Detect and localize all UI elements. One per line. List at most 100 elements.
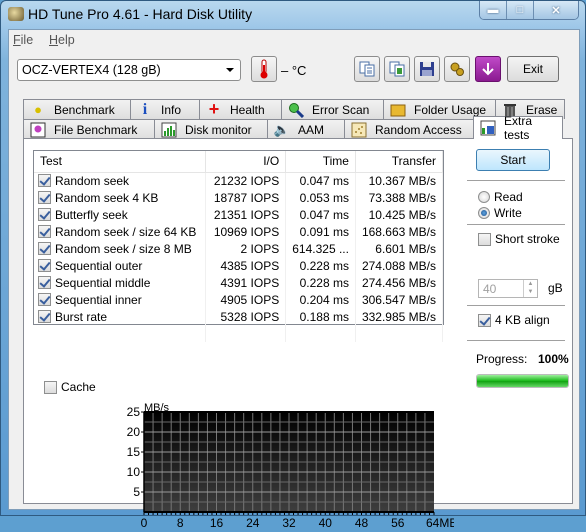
menu-bar: File Help — [9, 30, 579, 50]
time-cell: 0.204 ms — [285, 291, 356, 308]
red-cross-icon: + — [208, 99, 220, 119]
copy-screenshot-button[interactable] — [384, 56, 410, 82]
transfer-cell: 274.456 MB/s — [355, 274, 444, 291]
transfer-cell: 332.985 MB/s — [355, 308, 444, 325]
tab-disk-monitor[interactable]: Disk monitor — [154, 119, 268, 139]
test-cell: Sequential inner — [34, 291, 207, 308]
align-checkbox[interactable] — [478, 313, 491, 327]
test-enable-checkbox[interactable] — [38, 309, 51, 323]
x-tick-label: 40 — [319, 516, 333, 530]
test-enable-checkbox[interactable] — [38, 207, 51, 221]
lightbulb-icon: ● — [34, 102, 42, 117]
tab-file-benchmark[interactable]: File Benchmark — [23, 119, 155, 139]
menu-file-label: ile — [20, 33, 34, 47]
drive-select[interactable]: OCZ-VERTEX4 (128 gB) — [17, 59, 241, 81]
column-header-io[interactable]: I/O — [205, 151, 287, 173]
tab-label: Info — [161, 102, 182, 117]
short-stroke-checkbox[interactable] — [478, 232, 491, 246]
copy-text-button[interactable] — [354, 56, 380, 82]
column-header-transfer[interactable]: Transfer — [355, 151, 444, 173]
test-enable-checkbox[interactable] — [38, 292, 51, 306]
scatter-icon — [351, 122, 367, 138]
test-name: Random seek — [55, 173, 130, 188]
spinner-arrows-icon[interactable]: ▲ ▼ — [523, 280, 537, 297]
table-row[interactable]: Sequential inner 4905 IOPS 0.204 ms 306.547… — [34, 291, 444, 308]
test-name: Random seek / size 8 MB — [55, 241, 192, 256]
time-cell: 0.188 ms — [285, 308, 356, 325]
tab-label: Folder Usage — [414, 102, 487, 117]
menu-help[interactable]: Help — [49, 33, 75, 47]
short-stroke-option[interactable]: Short stroke — [478, 232, 560, 246]
test-name: Random seek 4 KB — [55, 190, 159, 205]
menu-help-label: elp — [58, 33, 75, 47]
table-row[interactable]: Sequential outer 4385 IOPS 0.228 ms 274.088… — [34, 257, 444, 274]
close-button[interactable]: ✕ — [534, 1, 578, 19]
test-enable-checkbox[interactable] — [38, 173, 51, 187]
test-cell: Random seek / size 8 MB — [34, 240, 207, 257]
tab-random-access[interactable]: Random Access — [344, 119, 474, 139]
minimize-button[interactable]: ▬ — [480, 1, 507, 19]
y-tick-label: 10 — [127, 465, 141, 479]
copy-text-icon — [359, 61, 375, 77]
test-name: Random seek / size 64 KB — [55, 224, 197, 239]
menu-file[interactable]: File — [13, 33, 33, 47]
download-button[interactable] — [475, 56, 501, 82]
test-cell: Random seek / size 64 KB — [34, 223, 207, 240]
test-enable-checkbox[interactable] — [38, 224, 51, 238]
column-header-test[interactable]: Test — [34, 151, 207, 173]
tab-error-scan[interactable]: Error Scan — [281, 99, 384, 119]
read-radio[interactable]: Read — [478, 190, 523, 204]
tab-extra-tests[interactable]: Extra tests — [473, 114, 563, 142]
table-row[interactable]: Random seek / size 64 KB 10969 IOPS 0.091 … — [34, 223, 444, 240]
table-row[interactable]: Random seek 4 KB 18787 IOPS 0.053 ms 73.388… — [34, 189, 444, 206]
io-cell: 5328 IOPS — [205, 308, 287, 325]
down-arrow-icon — [482, 63, 494, 76]
test-cell: Sequential middle — [34, 274, 207, 291]
io-cell: 18787 IOPS — [205, 189, 287, 206]
table-row[interactable]: Random seek 21232 IOPS 0.047 ms 10.367 MB/s — [34, 172, 444, 189]
cache-option[interactable]: Cache — [44, 380, 96, 394]
minimize-icon: ▬ — [487, 4, 499, 16]
test-enable-checkbox[interactable] — [38, 190, 51, 204]
column-header-time[interactable]: Time — [285, 151, 356, 173]
time-cell: 0.228 ms — [285, 257, 356, 274]
time-cell: 0.047 ms — [285, 206, 356, 223]
table-row[interactable]: Sequential middle 4391 IOPS 0.228 ms 274.45… — [34, 274, 444, 291]
tab-info[interactable]: i Info — [130, 99, 200, 119]
floppy-disk-icon — [420, 62, 434, 76]
empty-cell — [355, 325, 444, 342]
tab-aam[interactable]: 🔈 AAM — [267, 119, 345, 139]
exit-button[interactable]: Exit — [507, 56, 559, 82]
write-radio-button[interactable] — [478, 207, 490, 219]
start-button[interactable]: Start — [476, 149, 550, 171]
tab-label: Health — [230, 102, 265, 117]
title-bar[interactable]: HD Tune Pro 4.61 - Hard Disk Utility ▬ □… — [1, 1, 585, 29]
test-enable-checkbox[interactable] — [38, 258, 51, 272]
table-row[interactable]: Burst rate 5328 IOPS 0.188 ms 332.985 MB/s — [34, 308, 444, 325]
tab-benchmark[interactable]: ● Benchmark — [23, 99, 131, 119]
test-cell: Burst rate — [34, 308, 207, 325]
test-enable-checkbox[interactable] — [38, 241, 51, 255]
tab-health[interactable]: + Health — [199, 99, 282, 119]
short-stroke-size-input[interactable]: 40 ▲ ▼ — [478, 279, 538, 298]
io-cell: 10969 IOPS — [205, 223, 287, 240]
time-cell: 0.053 ms — [285, 189, 356, 206]
table-row[interactable]: Butterfly seek 21351 IOPS 0.047 ms 10.425 M… — [34, 206, 444, 223]
drive-select-value: OCZ-VERTEX4 (128 gB) — [22, 63, 161, 77]
save-button[interactable] — [414, 56, 440, 82]
cache-checkbox[interactable] — [44, 380, 57, 394]
temperature-button[interactable] — [251, 56, 277, 82]
options-button[interactable] — [444, 56, 470, 82]
align-option[interactable]: 4 KB align — [478, 313, 550, 327]
test-name: Sequential outer — [55, 258, 143, 273]
short-stroke-label: Short stroke — [495, 232, 560, 246]
table-row[interactable]: Random seek / size 8 MB 2 IOPS 614.325 ...… — [34, 240, 444, 257]
read-radio-button[interactable] — [478, 191, 490, 203]
transfer-cell: 73.388 MB/s — [355, 189, 444, 206]
maximize-button[interactable]: □ — [507, 1, 534, 19]
test-enable-checkbox[interactable] — [38, 275, 51, 289]
speaker-icon: 🔈 — [273, 121, 291, 137]
write-radio[interactable]: Write — [478, 206, 522, 220]
calculator-chart-icon — [480, 120, 496, 136]
transfer-cell: 168.663 MB/s — [355, 223, 444, 240]
